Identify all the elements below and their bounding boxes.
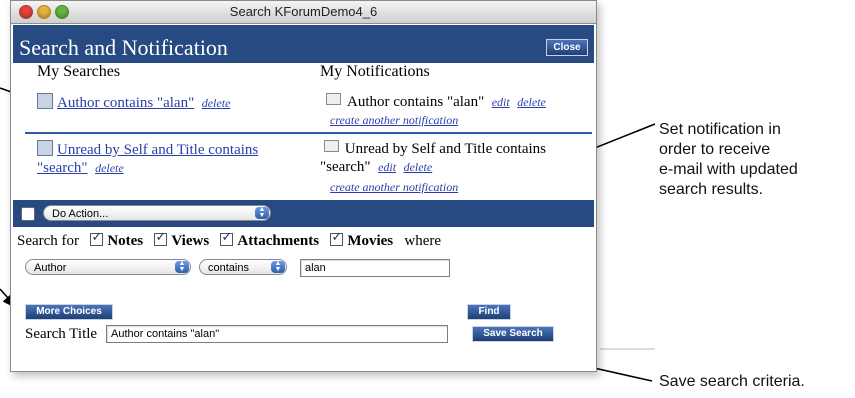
envelope-icon	[323, 140, 339, 152]
notification-row: Unread by Self and Title contains "searc…	[320, 140, 590, 176]
search-icon[interactable]	[37, 140, 53, 156]
edit-notification-link[interactable]: edit	[378, 160, 396, 174]
delete-search-link[interactable]: delete	[95, 161, 124, 175]
save-annotation: Save search criteria.	[659, 373, 805, 390]
more-choices-button[interactable]: More Choices	[25, 304, 113, 320]
create-notification-link[interactable]: create another notification	[330, 180, 458, 195]
where-label: where	[404, 233, 442, 249]
notification-annotation: Set notification in order to receive e-m…	[659, 120, 798, 200]
save-search-button[interactable]: Save Search	[472, 326, 554, 342]
movies-checkbox[interactable]	[330, 230, 344, 246]
notification-title-cont: "search"	[320, 159, 371, 175]
select-arrows-icon: ▲ ▼	[255, 206, 269, 219]
edit-notification-link[interactable]: edit	[492, 95, 510, 109]
action-bar: Do Action... ▲ ▼	[13, 200, 594, 227]
window-title: Search KForumDemo4_6	[229, 4, 378, 19]
select-all-checkbox[interactable]	[21, 207, 35, 221]
attachments-checkbox[interactable]	[220, 230, 234, 246]
criteria-value-input[interactable]: alan	[300, 259, 450, 277]
search-title-label: Search Title	[25, 326, 98, 342]
my-searches-heading: My Searches	[37, 63, 121, 80]
field-select[interactable]: Author ▲ ▼	[25, 259, 191, 275]
delete-search-link[interactable]: delete	[202, 96, 231, 110]
attachments-label: Attachments	[237, 233, 320, 249]
annotation-line: Set notification in	[659, 121, 781, 138]
find-button[interactable]: Find	[467, 304, 511, 320]
operator-select-value: contains	[208, 262, 249, 274]
notification-title: Author contains "alan"	[347, 94, 485, 110]
search-icon[interactable]	[37, 93, 53, 109]
envelope-icon	[326, 93, 341, 105]
field-select-value: Author	[34, 262, 67, 274]
search-title-input[interactable]: Author contains "alan"	[106, 325, 448, 343]
search-window: Search KForumDemo4_6 Search and Notifica…	[10, 0, 597, 372]
select-arrows-icon: ▲ ▼	[271, 260, 285, 273]
title-bar[interactable]: Search KForumDemo4_6	[11, 1, 596, 24]
notification-title: Unread by Self and Title contains	[344, 141, 546, 157]
panel-title: Search and Notification	[19, 35, 228, 60]
divider	[25, 132, 592, 134]
saved-search-link-cont[interactable]: "search"	[37, 160, 88, 176]
panel-header: Search and Notification Close	[13, 25, 594, 63]
views-checkbox[interactable]	[154, 230, 168, 246]
select-arrows-icon: ▲ ▼	[175, 260, 189, 273]
notification-row: Author contains "alan" edit delete	[326, 93, 546, 111]
delete-notification-link[interactable]: delete	[404, 160, 433, 174]
annotation-line: order to receive	[659, 141, 771, 158]
saved-search-link[interactable]: Unread by Self and Title contains	[57, 142, 258, 158]
notes-checkbox[interactable]	[90, 230, 104, 246]
close-button[interactable]: Close	[546, 39, 588, 56]
operator-select[interactable]: contains ▲ ▼	[199, 259, 287, 275]
search-for-row: Search for Notes Views Attachments Movie…	[17, 230, 442, 250]
action-select-value: Do Action...	[52, 208, 109, 220]
movies-label: Movies	[347, 233, 394, 249]
saved-search-row: Author contains "alan" delete	[37, 93, 230, 112]
create-notification-link[interactable]: create another notification	[330, 113, 458, 128]
annotation-line: search results.	[659, 181, 764, 198]
action-select[interactable]: Do Action... ▲ ▼	[43, 205, 271, 221]
my-notifications-heading: My Notifications	[320, 63, 430, 80]
delete-notification-link[interactable]: delete	[517, 95, 546, 109]
annotation-line: e-mail with updated	[659, 161, 798, 178]
saved-search-row: Unread by Self and Title contains "searc…	[37, 140, 258, 177]
saved-search-link[interactable]: Author contains "alan"	[57, 95, 194, 111]
views-label: Views	[171, 233, 210, 249]
search-for-label: Search for	[17, 233, 80, 249]
notes-label: Notes	[107, 233, 144, 249]
